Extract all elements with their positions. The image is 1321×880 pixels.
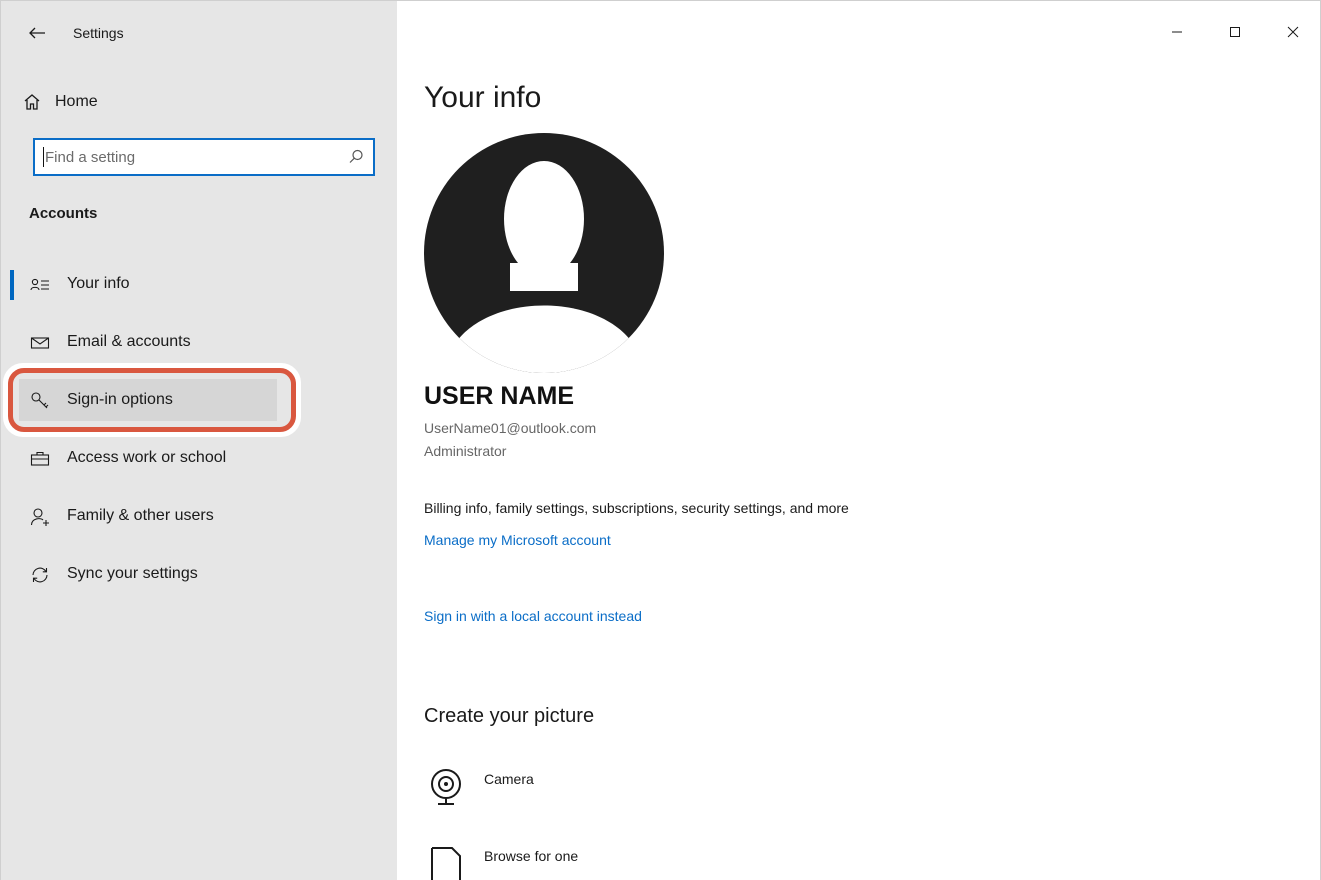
browse-option[interactable]: Browse for one bbox=[424, 844, 824, 880]
camera-option[interactable]: Camera bbox=[424, 767, 824, 817]
title-bar-left: Settings bbox=[1, 1, 397, 63]
back-button[interactable] bbox=[23, 19, 51, 47]
accounts-nav: Your info Email & accounts Sign-in optio… bbox=[1, 256, 397, 604]
browse-label: Browse for one bbox=[484, 848, 579, 864]
home-nav-item[interactable]: Home bbox=[23, 85, 363, 119]
text-caret bbox=[43, 147, 44, 167]
close-icon bbox=[1287, 26, 1299, 38]
search-input[interactable] bbox=[43, 147, 327, 167]
sidebar-item-label: Email & accounts bbox=[67, 333, 191, 350]
local-account-link[interactable]: Sign in with a local account instead bbox=[424, 608, 642, 624]
maximize-icon bbox=[1230, 27, 1240, 37]
page-title: Your info bbox=[424, 81, 542, 114]
back-arrow-icon bbox=[29, 27, 45, 39]
selection-indicator bbox=[10, 270, 14, 300]
sidebar-item-sign-in-options[interactable]: Sign-in options bbox=[1, 372, 397, 430]
camera-icon bbox=[431, 769, 461, 805]
avatar bbox=[424, 133, 664, 373]
search-icon[interactable] bbox=[347, 148, 365, 166]
sidebar-item-access-work-school[interactable]: Access work or school bbox=[1, 430, 397, 488]
user-email: UserName01@outlook.com bbox=[424, 420, 597, 436]
your-info-icon bbox=[29, 275, 51, 295]
sync-icon bbox=[29, 565, 51, 585]
minimize-button[interactable] bbox=[1148, 1, 1206, 63]
browse-icon bbox=[431, 847, 461, 880]
home-icon bbox=[24, 94, 40, 110]
sidebar-item-label: Sign-in options bbox=[67, 391, 173, 408]
app-title: Settings bbox=[73, 25, 124, 41]
main-content: Your info USER NAME UserName01@outlook.c… bbox=[397, 1, 1320, 880]
user-role: Administrator bbox=[424, 443, 507, 459]
window-controls bbox=[1148, 1, 1320, 63]
settings-window: Settings Home Accounts bbox=[0, 0, 1321, 880]
search-box[interactable] bbox=[33, 138, 375, 176]
maximize-button[interactable] bbox=[1206, 1, 1264, 63]
key-icon bbox=[29, 391, 51, 411]
billing-description: Billing info, family settings, subscript… bbox=[424, 500, 849, 516]
add-person-icon bbox=[29, 507, 51, 527]
sidebar-item-label: Sync your settings bbox=[67, 565, 198, 582]
sidebar-item-family-other-users[interactable]: Family & other users bbox=[1, 488, 397, 546]
close-button[interactable] bbox=[1264, 1, 1320, 63]
sidebar-item-label: Your info bbox=[67, 275, 130, 292]
create-picture-heading: Create your picture bbox=[424, 705, 595, 727]
briefcase-icon bbox=[29, 449, 51, 469]
user-name: USER NAME bbox=[424, 382, 575, 410]
manage-account-link[interactable]: Manage my Microsoft account bbox=[424, 532, 611, 548]
sidebar-item-your-info[interactable]: Your info bbox=[1, 256, 397, 314]
person-silhouette-icon bbox=[444, 161, 644, 373]
section-heading: Accounts bbox=[29, 205, 98, 222]
sidebar-item-sync-settings[interactable]: Sync your settings bbox=[1, 546, 397, 604]
mail-icon bbox=[29, 333, 51, 353]
sidebar-item-email-accounts[interactable]: Email & accounts bbox=[1, 314, 397, 372]
sidebar-item-label: Family & other users bbox=[67, 507, 214, 524]
sidebar: Settings Home Accounts bbox=[1, 1, 397, 880]
sidebar-item-label: Access work or school bbox=[67, 449, 227, 466]
home-label: Home bbox=[55, 93, 98, 110]
minimize-icon bbox=[1172, 31, 1182, 33]
camera-label: Camera bbox=[484, 771, 534, 787]
